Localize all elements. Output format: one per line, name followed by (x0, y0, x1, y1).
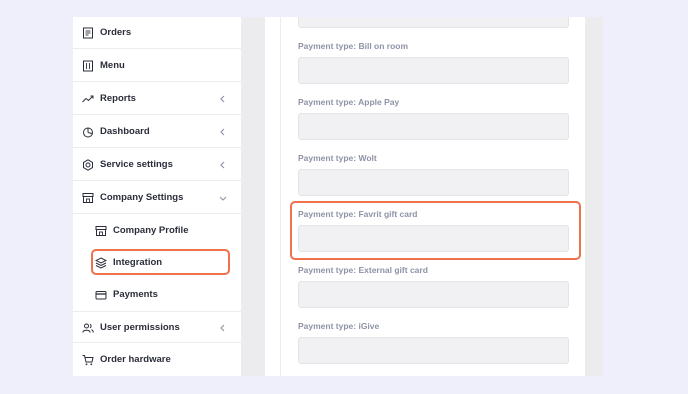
sidebar-item-label: Orders (100, 27, 132, 38)
sidebar-item-label: Reports (100, 93, 136, 104)
chevron-left-icon (220, 324, 225, 332)
app-window: Orders Menu Reports Dashboard Service se… (73, 17, 603, 376)
sidebar-item-label: Company Settings (100, 192, 184, 203)
sidebar-item-user-permissions[interactable]: User permissions (73, 311, 241, 343)
gear-icon (83, 159, 93, 171)
chevron-down-icon (219, 196, 227, 201)
payment-type-label: Payment type: External gift card (298, 265, 428, 275)
payment-type-label: Payment type: Bill on room (298, 41, 409, 51)
pie-chart-icon (83, 127, 93, 138)
payment-type-input[interactable] (298, 337, 569, 364)
payment-type-label: Payment type: Wolt (298, 153, 377, 163)
favrit-gift-card-highlight (290, 201, 581, 260)
payment-type-input[interactable] (298, 113, 569, 140)
sidebar-item-label: Menu (100, 60, 125, 71)
trend-line-icon (82, 95, 94, 103)
chevron-left-icon (220, 95, 225, 103)
sidebar-subitem-payments[interactable]: Payments (73, 279, 241, 311)
divider (280, 17, 281, 376)
payment-type-label: Payment type: iGive (298, 321, 380, 331)
sidebar-item-service-settings[interactable]: Service settings (73, 149, 241, 181)
sidebar-item-orders[interactable]: Orders (73, 17, 241, 49)
sidebar-item-label: User permissions (100, 322, 180, 333)
sidebar-item-reports[interactable]: Reports (73, 83, 241, 115)
payment-type-input[interactable] (298, 169, 569, 196)
sidebar-item-label: Dashboard (100, 126, 150, 137)
users-icon (82, 323, 94, 333)
chevron-left-icon (220, 128, 225, 136)
payment-type-input[interactable] (298, 57, 569, 84)
storefront-icon (95, 226, 107, 236)
sidebar-subitem-company-profile[interactable]: Company Profile (73, 215, 241, 247)
sidebar-item-label: Order hardware (100, 354, 171, 365)
payment-type-label: Payment type: Apple Pay (298, 97, 400, 107)
sidebar-item-order-hardware[interactable]: Order hardware (73, 344, 241, 376)
payment-type-input[interactable] (298, 281, 569, 308)
sidebar: Orders Menu Reports Dashboard Service se… (73, 17, 241, 376)
storefront-icon (82, 193, 94, 203)
sidebar-subitem-label: Company Profile (113, 225, 189, 236)
credit-card-icon (95, 291, 107, 300)
integration-highlight (91, 249, 230, 275)
receipt-icon (83, 27, 93, 39)
sidebar-item-dashboard[interactable]: Dashboard (73, 116, 241, 148)
chevron-left-icon (220, 161, 225, 169)
sidebar-item-company-settings[interactable]: Company Settings (73, 182, 241, 214)
payment-type-input-previous[interactable] (298, 17, 569, 28)
cart-icon (82, 355, 94, 366)
sidebar-subitem-label: Payments (113, 289, 158, 300)
sidebar-item-menu[interactable]: Menu (73, 50, 241, 82)
sidebar-item-label: Service settings (100, 159, 173, 170)
menu-book-icon (83, 60, 93, 72)
payment-types-panel: Payment type: Bill on room Payment type:… (265, 17, 585, 376)
